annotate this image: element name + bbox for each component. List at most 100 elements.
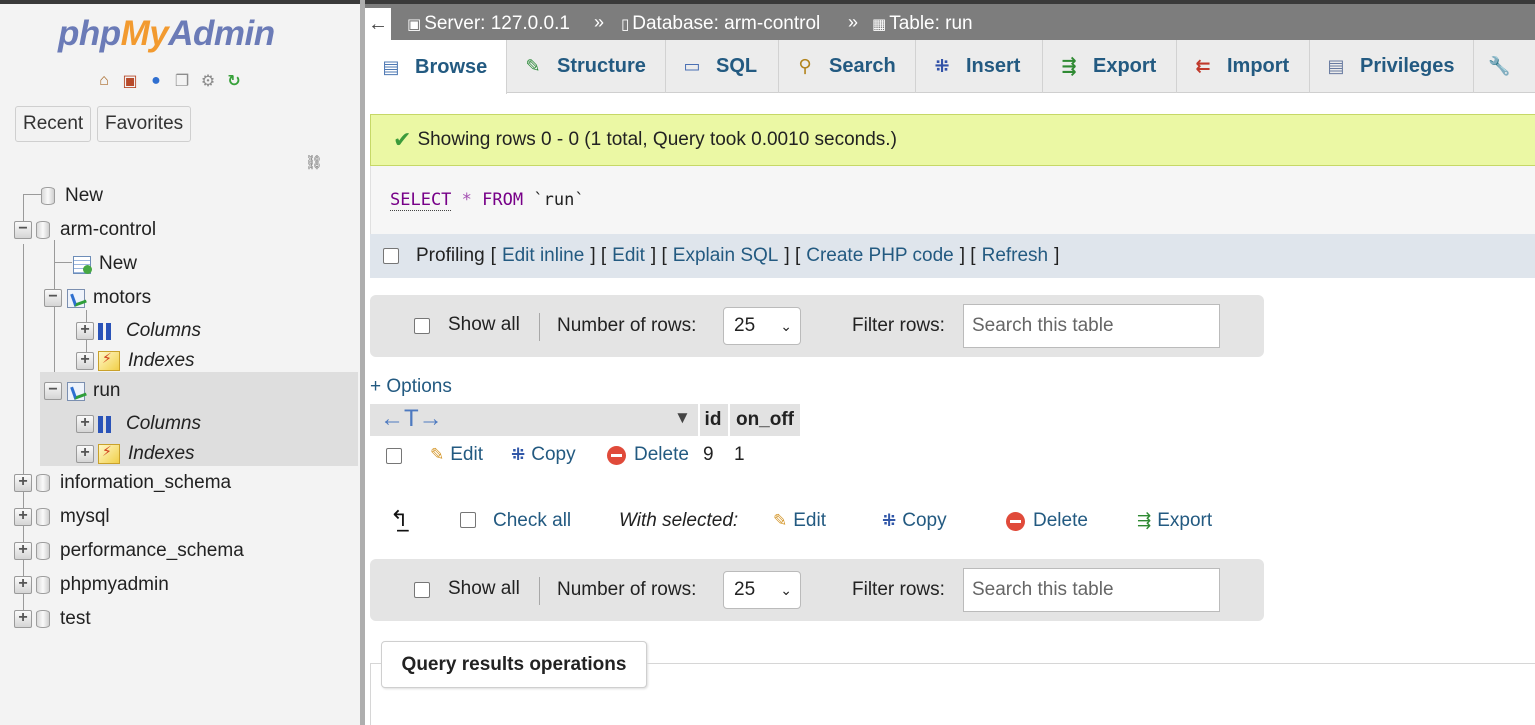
tab-export[interactable]: ⇶ Export: [1043, 40, 1177, 93]
cell-id[interactable]: 9: [703, 444, 714, 466]
expand-icon[interactable]: +: [14, 576, 32, 594]
server-icon: ▣: [407, 16, 422, 33]
breadcrumb-server[interactable]: ▣ Server: 127.0.0.1: [407, 8, 570, 40]
database-icon: [36, 474, 50, 492]
favorites-tab[interactable]: Favorites: [97, 106, 192, 142]
filter-rows-input[interactable]: Search this table: [963, 304, 1220, 348]
sql-query-text: SELECT * FROM `run`: [390, 190, 585, 211]
tree-run-columns[interactable]: + Columns: [76, 409, 201, 439]
sort-caret-icon[interactable]: ▼: [674, 408, 691, 428]
tab-import[interactable]: ⇇ Import: [1177, 40, 1310, 93]
bulk-export-button[interactable]: ⇶ Export: [1137, 510, 1212, 532]
expand-icon[interactable]: +: [14, 542, 32, 560]
bulk-edit-button[interactable]: ✎ Edit: [773, 510, 826, 532]
tab-insert[interactable]: ⁜ Insert: [916, 40, 1043, 93]
database-icon: [36, 508, 50, 526]
navigation-panel: phpMyAdmin ⌂ ▣ ● ❐ ⚙ ↻ Recent Favorites …: [0, 0, 360, 725]
tree-db-arm-control[interactable]: − arm-control: [14, 215, 156, 245]
export-icon: ⇶: [1061, 56, 1077, 76]
expand-icon[interactable]: +: [14, 474, 32, 492]
expand-icon[interactable]: +: [14, 610, 32, 628]
help-icon[interactable]: ●: [145, 70, 167, 92]
documentation-icon[interactable]: ❐: [171, 70, 193, 92]
breadcrumb-separator: »: [848, 12, 859, 32]
tab-search[interactable]: ⚲ Search: [779, 40, 916, 93]
tab-sql[interactable]: ▭ SQL: [666, 40, 779, 93]
row-delete-button[interactable]: Delete: [607, 444, 689, 466]
query-results-operations-title: Query results operations: [381, 641, 647, 688]
checkmark-icon: ✔: [393, 127, 412, 152]
show-all-checkbox[interactable]: [414, 582, 430, 598]
bulk-actions: ↰̲̲̲ Check all With selected: ✎ Edit ⁜ C…: [370, 500, 1264, 542]
bulk-delete-button[interactable]: Delete: [1006, 510, 1088, 532]
breadcrumb-database[interactable]: ▯ Database: arm-control: [621, 8, 820, 40]
tree-db-phpmyadmin[interactable]: + phpmyadmin: [14, 570, 169, 600]
expand-icon[interactable]: +: [14, 508, 32, 526]
edit-inline-link[interactable]: Edit inline: [502, 245, 584, 267]
expand-icon[interactable]: +: [76, 415, 94, 433]
settings-gear-icon[interactable]: ⚙: [197, 70, 219, 92]
tree-run-indexes[interactable]: + Indexes: [76, 439, 195, 469]
sql-query-box: SELECT * FROM `run`: [370, 166, 1535, 234]
show-all-label: Show all: [448, 314, 520, 335]
nav-resize-handle[interactable]: [360, 0, 365, 725]
breadcrumb-separator: »: [594, 12, 605, 32]
tree-db-mysql[interactable]: + mysql: [14, 502, 110, 532]
collapse-icon[interactable]: −: [14, 221, 32, 239]
browse-icon: ▤: [382, 56, 400, 77]
refresh-link[interactable]: Refresh: [982, 245, 1049, 267]
tree-db-performance-schema[interactable]: + performance_schema: [14, 536, 244, 566]
logout-icon[interactable]: ▣: [119, 70, 141, 92]
tab-structure[interactable]: ✎ Structure: [507, 40, 666, 93]
show-all-checkbox[interactable]: [414, 318, 430, 334]
expand-icon[interactable]: +: [76, 352, 94, 370]
with-selected-label: With selected:: [619, 510, 739, 531]
cell-on-off[interactable]: 1: [734, 444, 745, 466]
options-link[interactable]: + Options: [370, 376, 452, 398]
rows-per-page-select[interactable]: 25 ⌄: [723, 571, 801, 609]
tab-operations[interactable]: 🔧: [1474, 40, 1535, 93]
tree-table-motors[interactable]: − motors: [44, 283, 151, 313]
tree-new-table[interactable]: New: [72, 249, 137, 279]
tree-db-information-schema[interactable]: + information_schema: [14, 468, 231, 498]
tree-db-test[interactable]: + test: [14, 604, 91, 634]
link-with-main-panel-icon[interactable]: ⛓: [305, 154, 323, 171]
success-message: ✔ Showing rows 0 - 0 (1 total, Query too…: [370, 114, 1535, 166]
column-header-on-off[interactable]: on_off: [728, 404, 800, 436]
row-checkbox[interactable]: [386, 448, 402, 464]
recent-tab[interactable]: Recent: [15, 106, 92, 142]
table-row: ✎ Edit ⁜ Copy Delete 9 1: [370, 436, 800, 476]
tree-table-run[interactable]: − run: [44, 376, 120, 406]
pencil-icon: ✎: [773, 511, 788, 530]
check-all-checkbox[interactable]: [460, 512, 476, 528]
phpmyadmin-logo[interactable]: phpMyAdmin: [58, 14, 275, 54]
collapse-icon[interactable]: −: [44, 382, 62, 400]
create-php-code-link[interactable]: Create PHP code: [806, 245, 954, 267]
breadcrumb-table[interactable]: ▦ Table: run: [872, 8, 973, 40]
expand-icon[interactable]: +: [76, 322, 94, 340]
column-resize-arrows-icon[interactable]: ←T→: [380, 405, 443, 433]
rows-per-page-select[interactable]: 25 ⌄: [723, 307, 801, 345]
collapse-icon[interactable]: −: [44, 289, 62, 307]
home-icon[interactable]: ⌂: [93, 70, 115, 92]
column-header-id[interactable]: id: [698, 404, 726, 436]
tab-privileges[interactable]: ▤ Privileges: [1310, 40, 1474, 93]
structure-icon: ✎: [525, 56, 541, 76]
reload-icon[interactable]: ↻: [223, 70, 245, 92]
bulk-copy-button[interactable]: ⁜ Copy: [882, 510, 947, 532]
columns-icon: [98, 322, 118, 340]
row-copy-button[interactable]: ⁜ Copy: [511, 444, 576, 466]
table-structure-icon: [66, 288, 86, 308]
tree-motors-columns[interactable]: + Columns: [76, 316, 201, 346]
profiling-checkbox[interactable]: [383, 248, 399, 264]
edit-query-link[interactable]: Edit: [612, 245, 645, 267]
wrench-icon: 🔧: [1488, 56, 1511, 76]
collapse-nav-button[interactable]: ←: [365, 8, 391, 40]
explain-sql-link[interactable]: Explain SQL: [673, 245, 779, 267]
filter-rows-input[interactable]: Search this table: [963, 568, 1220, 612]
tree-new-database[interactable]: New: [41, 181, 103, 211]
row-edit-button[interactable]: ✎ Edit: [430, 444, 483, 466]
tab-browse[interactable]: ▤ Browse: [365, 40, 507, 94]
expand-icon[interactable]: +: [76, 445, 94, 463]
check-all-label[interactable]: Check all: [493, 510, 571, 532]
